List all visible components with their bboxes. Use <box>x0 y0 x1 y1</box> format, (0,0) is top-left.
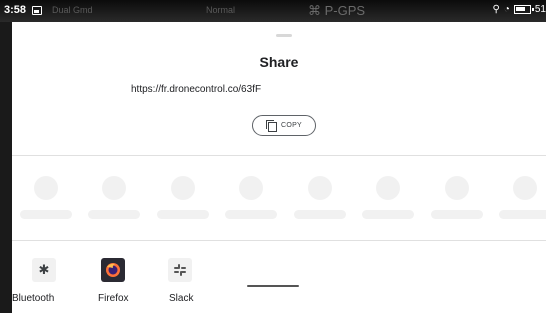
copy-button[interactable]: COPY <box>252 115 316 136</box>
gps-status: ⌘ P-GPS <box>308 3 365 19</box>
battery-icon <box>513 5 534 14</box>
drag-handle[interactable] <box>276 34 292 37</box>
copy-icon <box>265 120 277 132</box>
divider-bottom <box>12 240 546 241</box>
bluetooth-icon: ✱ <box>32 258 56 282</box>
status-right-cluster: ⚲ ◔ 51 <box>493 4 546 15</box>
copy-button-label: COPY <box>280 122 303 129</box>
app-label: Firefox <box>98 293 129 304</box>
status-ghost-normal: Normal <box>206 5 236 15</box>
divider-top <box>12 155 546 156</box>
gesture-nav-bar[interactable] <box>247 285 299 287</box>
loading-targets <box>12 172 546 242</box>
drone-icon: ⌘ <box>308 3 321 18</box>
status-time: 3:58 <box>4 4 27 16</box>
slack-icon <box>168 258 192 282</box>
firefox-icon <box>101 258 125 282</box>
location-icon: ⚲ <box>492 4 500 15</box>
wifi-icon: ◔ <box>503 4 510 15</box>
shared-url: https://fr.dronecontrol.co/63fF <box>131 84 262 95</box>
sheet-title: Share <box>259 54 299 70</box>
battery-percent: 51 <box>534 4 546 15</box>
app-label: Bluetooth <box>12 293 55 304</box>
app-label: Slack <box>169 293 194 304</box>
image-notification-icon <box>32 6 42 15</box>
status-ghost-mode: Dual Gmd <box>52 5 93 15</box>
share-sheet: Share https://fr.dronecontrol.co/63fF CO… <box>12 22 546 313</box>
status-bar: 3:58 Dual Gmd Normal ⌘ P-GPS ⚲ ◔ 51 <box>0 0 546 22</box>
gps-mode-label: P-GPS <box>324 3 366 18</box>
